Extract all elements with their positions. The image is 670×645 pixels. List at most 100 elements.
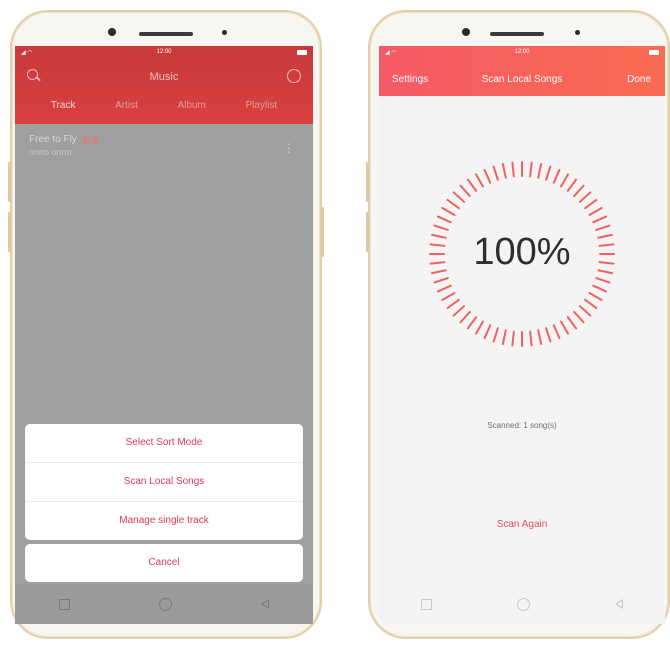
page-title: Scan Local Songs [481,74,563,85]
manage-single-track-option[interactable]: Manage single track [25,502,303,540]
progress-tick [592,284,608,293]
progress-tick [552,324,561,340]
equalizer-icon: ▮▯▮ [82,134,98,144]
progress-tick [452,191,466,203]
earpiece [139,32,193,36]
progress-tick [501,163,507,179]
progress-tick [436,215,452,224]
progress-tick [446,298,460,310]
progress-tick [459,184,471,198]
status-time: 12:00 [514,49,530,55]
status-bar: ◢ ◠ 12:00 [15,46,313,60]
progress-tick [492,327,499,343]
left-screen: ◢ ◠ 12:00 Music Track Artist Album Playl… [15,46,313,624]
page-title: Music [149,71,179,83]
progress-tick [595,224,611,231]
home-icon[interactable] [516,597,530,611]
progress-tick [552,168,561,184]
progress-tick [492,165,499,181]
progress-tick [573,184,585,198]
track-row[interactable]: Free to Fly ▮▯▮ onno onno [29,134,98,157]
progress-tick [475,320,484,335]
right-phone-frame: ◢ ◠ 12:00 Settings Scan Local Songs Done… [366,10,670,639]
scan-again-button[interactable]: Scan Again [379,519,665,530]
progress-tick [452,305,466,317]
right-screen: ◢ ◠ 12:00 Settings Scan Local Songs Done… [379,46,665,624]
progress-tick [441,292,456,301]
recent-apps-icon[interactable] [59,598,71,610]
progress-tick [537,329,543,345]
cancel-sheet: Cancel [25,544,303,582]
status-bar: ◢ ◠ 12:00 [379,46,665,60]
scanned-count: Scanned: 1 song(s) [487,421,557,430]
select-sort-mode-option[interactable]: Select Sort Mode [25,424,303,463]
progress-tick [466,178,478,192]
tab-track[interactable]: Track [51,100,76,111]
left-phone-side-button [8,162,11,202]
front-camera [462,28,470,36]
progress-tick [483,168,492,184]
left-phone-side-button [8,212,11,252]
progress-tick [595,277,611,284]
progress-tick [475,173,484,188]
progress-tick [511,330,515,347]
progress-tick [433,224,449,231]
right-phone-side-button [366,212,369,252]
tab-playlist[interactable]: Playlist [245,100,277,111]
scan-local-songs-option[interactable]: Scan Local Songs [25,463,303,502]
tab-artist[interactable]: Artist [115,100,138,111]
battery-icon [297,50,307,55]
progress-tick [578,191,592,203]
progress-tick [459,310,471,324]
earpiece [490,32,544,36]
recent-apps-icon[interactable] [421,598,433,610]
track-title: Free to Fly [29,134,77,145]
progress-tick [578,305,592,317]
progress-tick [560,173,569,188]
progress-tick [529,161,533,178]
scan-header: ◢ ◠ 12:00 Settings Scan Local Songs Done [379,46,665,96]
progress-tick [584,298,598,310]
sensor [575,30,580,35]
kebab-menu-icon[interactable]: ⋮ [283,141,295,155]
status-time: 12:00 [156,49,172,55]
progress-tick [446,198,460,210]
progress-tick [560,320,569,335]
left-phone-frame: ◢ ◠ 12:00 Music Track Artist Album Playl… [8,10,324,639]
progress-tick [566,178,578,192]
back-icon[interactable] [614,599,623,609]
progress-tick [573,310,585,324]
progress-tick [545,327,552,343]
sensor [222,30,227,35]
progress-tick [466,316,478,330]
progress-tick [501,329,507,345]
progress-tick [433,277,449,284]
progress-tick [588,292,603,301]
left-phone-power-button [321,207,324,257]
progress-tick [529,330,533,347]
progress-tick [537,163,543,179]
progress-tick [511,161,515,178]
action-sheet: Select Sort Mode Scan Local Songs Manage… [25,424,303,540]
tab-bar: Track Artist Album Playlist [15,100,313,111]
battery-icon [649,50,659,55]
done-button[interactable]: Done [627,74,651,85]
progress-tick [545,165,552,181]
progress-tick [436,284,452,293]
progress-tick [441,207,456,216]
progress-tick [584,198,598,210]
nav-bar [379,584,665,624]
progress-tick [592,215,608,224]
music-header: ◢ ◠ 12:00 Music Track Artist Album Playl… [15,46,313,124]
cancel-button[interactable]: Cancel [25,544,303,582]
front-camera [108,28,116,36]
progress-tick [483,324,492,340]
back-icon[interactable] [260,599,269,609]
more-icon[interactable] [287,69,301,83]
progress-percentage: 100% [473,231,571,273]
progress-tick [566,316,578,330]
nav-bar [15,584,313,624]
tab-album[interactable]: Album [177,100,205,111]
track-artist: onno onno [29,147,72,157]
home-icon[interactable] [158,597,172,611]
